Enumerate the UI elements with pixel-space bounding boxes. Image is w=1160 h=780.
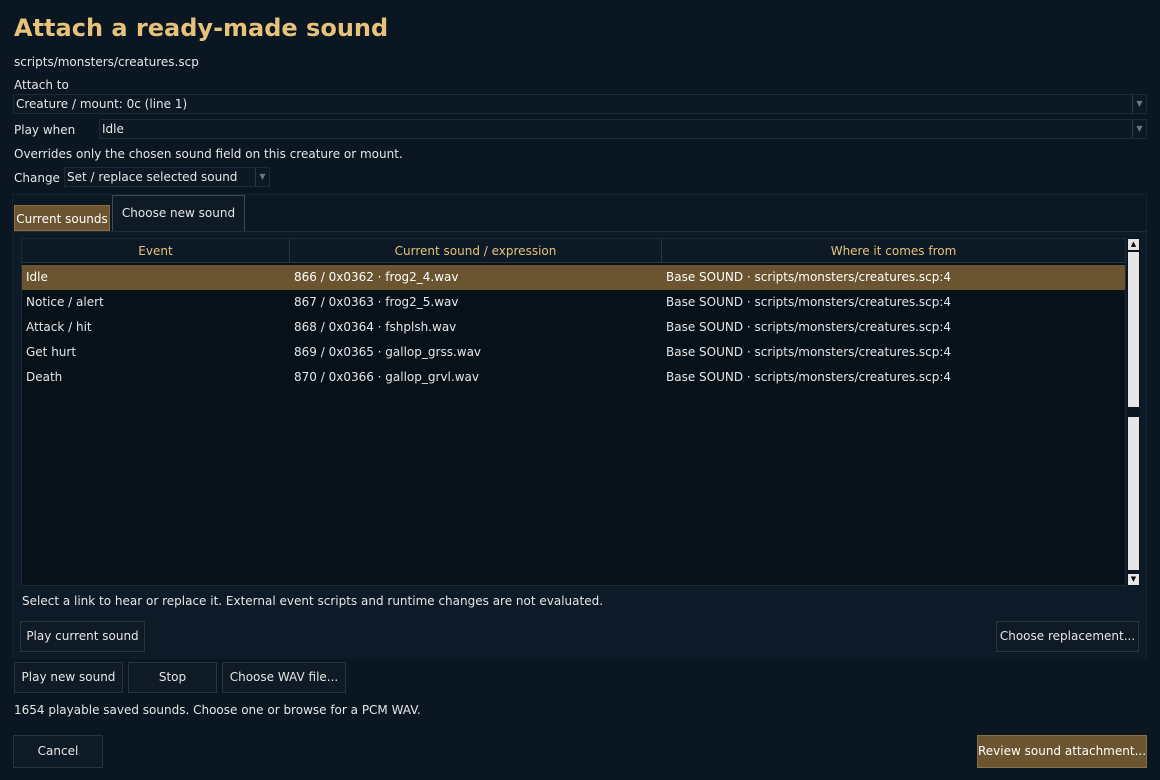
column-header-current-sound[interactable]: Current sound / expression xyxy=(290,239,662,263)
source-cell: Base SOUND · scripts/monsters/creatures.… xyxy=(666,270,952,284)
play-when-value: Idle xyxy=(102,122,124,136)
scroll-down-icon[interactable]: ▼ xyxy=(1128,574,1139,585)
page-title: Attach a ready-made sound xyxy=(14,14,389,42)
chevron-down-icon: ▼ xyxy=(1132,95,1146,113)
scroll-up-icon[interactable]: ▲ xyxy=(1128,239,1139,250)
event-cell: Get hurt xyxy=(26,345,77,359)
scrollbar-track-lower[interactable] xyxy=(1128,417,1139,570)
event-cell: Attack / hit xyxy=(26,320,92,334)
sound-cell: 868 / 0x0364 · fshplsh.wav xyxy=(294,320,457,334)
sound-cell: 866 / 0x0362 · frog2_4.wav xyxy=(294,270,459,284)
tab-choose-new-sound[interactable]: Choose new sound xyxy=(112,195,245,231)
column-header-event[interactable]: Event xyxy=(22,239,290,263)
choose-wav-file-button[interactable]: Choose WAV file... xyxy=(222,662,346,693)
chevron-down-icon: ▼ xyxy=(1132,120,1146,138)
attach-to-label: Attach to xyxy=(14,78,69,92)
table-row[interactable]: Death 870 / 0x0366 · gallop_grvl.wav Bas… xyxy=(22,365,1125,390)
stop-button[interactable]: Stop xyxy=(128,662,217,693)
override-note: Overrides only the chosen sound field on… xyxy=(14,147,403,161)
play-when-label: Play when xyxy=(14,123,76,137)
file-path: scripts/monsters/creatures.scp xyxy=(14,55,199,69)
tab-current-sounds[interactable]: Current sounds xyxy=(14,205,110,231)
change-dropdown[interactable]: Set / replace selected sound ▼ xyxy=(64,167,270,187)
attach-to-value: Creature / mount: 0c (line 1) xyxy=(16,97,188,111)
table-hint: Select a link to hear or replace it. Ext… xyxy=(22,594,604,608)
choose-replacement-button[interactable]: Choose replacement... xyxy=(996,621,1139,652)
table-row[interactable]: Notice / alert 867 / 0x0363 · frog2_5.wa… xyxy=(22,290,1125,315)
cancel-button[interactable]: Cancel xyxy=(13,735,103,768)
status-text: 1654 playable saved sounds. Choose one o… xyxy=(14,703,421,717)
play-when-dropdown[interactable]: Idle ▼ xyxy=(99,119,1147,139)
table-row[interactable]: Attack / hit 868 / 0x0364 · fshplsh.wav … xyxy=(22,315,1125,340)
play-new-sound-button[interactable]: Play new sound xyxy=(14,662,123,693)
sounds-table: Event Current sound / expression Where i… xyxy=(21,238,1126,586)
event-cell: Notice / alert xyxy=(26,295,104,309)
review-sound-attachment-button[interactable]: Review sound attachment... xyxy=(977,735,1147,768)
chevron-down-icon: ▼ xyxy=(255,168,269,186)
scrollbar-thumb[interactable] xyxy=(1128,252,1139,407)
event-cell: Death xyxy=(26,370,63,384)
table-row[interactable]: Get hurt 869 / 0x0365 · gallop_grss.wav … xyxy=(22,340,1125,365)
attach-to-dropdown[interactable]: Creature / mount: 0c (line 1) ▼ xyxy=(13,94,1147,114)
column-header-source[interactable]: Where it comes from xyxy=(662,239,1125,263)
change-label: Change xyxy=(14,171,60,185)
change-value: Set / replace selected sound xyxy=(67,170,238,184)
source-cell: Base SOUND · scripts/monsters/creatures.… xyxy=(666,320,952,334)
event-cell: Idle xyxy=(26,270,48,284)
table-scrollbar[interactable]: ▲ ▼ xyxy=(1127,238,1140,586)
sound-cell: 867 / 0x0363 · frog2_5.wav xyxy=(294,295,459,309)
sound-cell: 870 / 0x0366 · gallop_grvl.wav xyxy=(294,370,479,384)
play-current-sound-button[interactable]: Play current sound xyxy=(20,621,145,652)
table-row[interactable]: Idle 866 / 0x0362 · frog2_4.wav Base SOU… xyxy=(22,265,1125,290)
source-cell: Base SOUND · scripts/monsters/creatures.… xyxy=(666,295,952,309)
sound-cell: 869 / 0x0365 · gallop_grss.wav xyxy=(294,345,482,359)
source-cell: Base SOUND · scripts/monsters/creatures.… xyxy=(666,370,952,384)
source-cell: Base SOUND · scripts/monsters/creatures.… xyxy=(666,345,952,359)
